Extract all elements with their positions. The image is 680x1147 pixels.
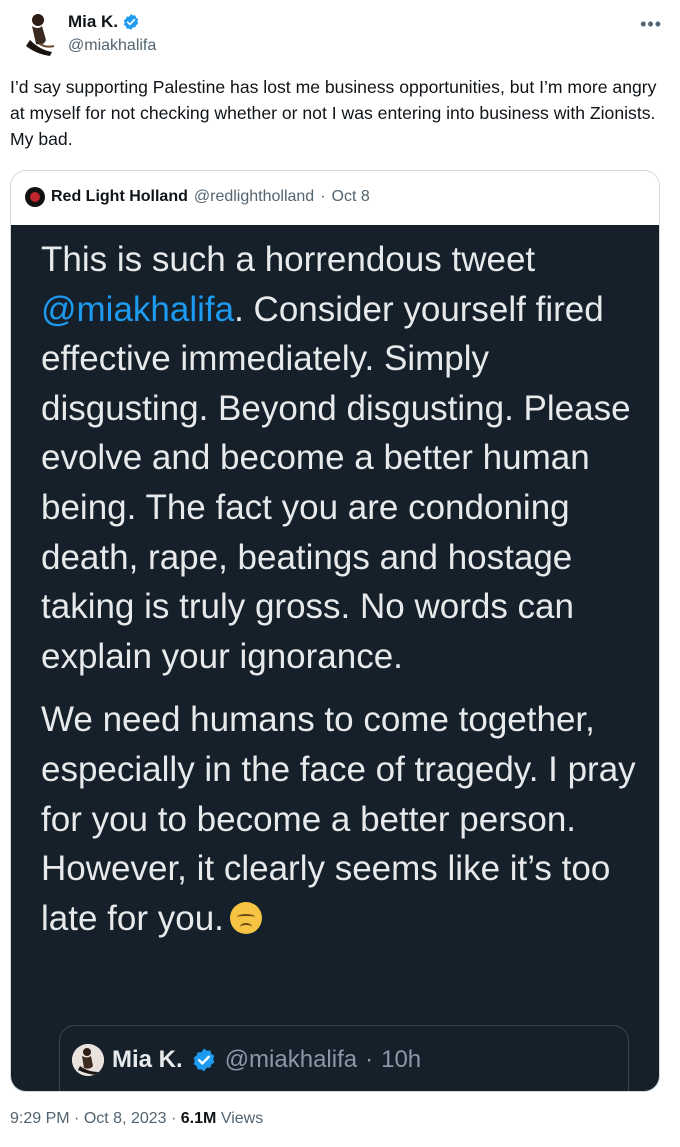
tweet-header: Mia K. @miakhalifa •••: [10, 8, 670, 64]
tweet-date[interactable]: Oct 8, 2023: [84, 1110, 167, 1127]
screenshot-inner-avatar: [72, 1044, 104, 1076]
screenshot-inner-handle: @miakhalifa: [224, 1046, 358, 1073]
screenshot-inner-name: Mia K.: [112, 1046, 183, 1073]
avatar-image: [16, 10, 64, 58]
avatar[interactable]: [16, 10, 64, 58]
footer-separator: ·: [74, 1110, 80, 1127]
screenshot-paragraph-2: We need humans to come together, especia…: [41, 695, 641, 943]
tweet-time[interactable]: 9:29 PM: [10, 1110, 70, 1127]
screenshot-p2: We need humans to come together, especia…: [41, 700, 636, 938]
quoted-author-handle: @redlightholland: [193, 188, 315, 205]
quoted-screenshot-image: This is such a horrendous tweet @miakhal…: [11, 225, 659, 1091]
user-handle[interactable]: @miakhalifa: [68, 37, 156, 55]
screenshot-mention: @miakhalifa: [41, 289, 235, 329]
screenshot-inner-quote: Mia K. @miakhalifa · 10h: [59, 1025, 629, 1091]
disappointed-face-emoji-icon: [229, 901, 262, 934]
screenshot-inner-age: 10h: [381, 1046, 422, 1073]
screenshot-p1-before: This is such a horrendous tweet: [41, 240, 536, 279]
quoted-author-name: Red Light Holland: [51, 188, 188, 205]
tweet-footer: 9:29 PM · Oct 8, 2023 · 6.1M Views: [10, 1110, 263, 1128]
views-count: 6.1M: [180, 1110, 217, 1127]
views-label: Views: [220, 1110, 264, 1127]
verified-badge-icon: [123, 14, 139, 30]
quoted-separator: ·: [320, 188, 326, 205]
more-options-icon[interactable]: •••: [640, 14, 662, 35]
tweet-text: I’d say supporting Palestine has lost me…: [10, 77, 657, 149]
red-light-holland-avatar: [25, 187, 45, 207]
screenshot-text: This is such a horrendous tweet @miakhal…: [41, 235, 641, 957]
footer-separator-2: ·: [171, 1110, 177, 1127]
screenshot-inner-separator: ·: [365, 1046, 374, 1073]
inner-avatar-image: [72, 1044, 104, 1076]
quoted-date: Oct 8: [331, 188, 370, 205]
screenshot-paragraph-1: This is such a horrendous tweet @miakhal…: [41, 235, 641, 681]
quoted-tweet[interactable]: Red Light Holland @redlightholland · Oct…: [10, 170, 660, 1092]
screenshot-p1-after: . Consider yourself fired effective imme…: [41, 289, 631, 676]
quoted-tweet-header: Red Light Holland @redlightholland · Oct…: [11, 171, 659, 223]
inner-verified-badge-icon: [193, 1048, 214, 1072]
display-name[interactable]: Mia K.: [68, 12, 118, 32]
